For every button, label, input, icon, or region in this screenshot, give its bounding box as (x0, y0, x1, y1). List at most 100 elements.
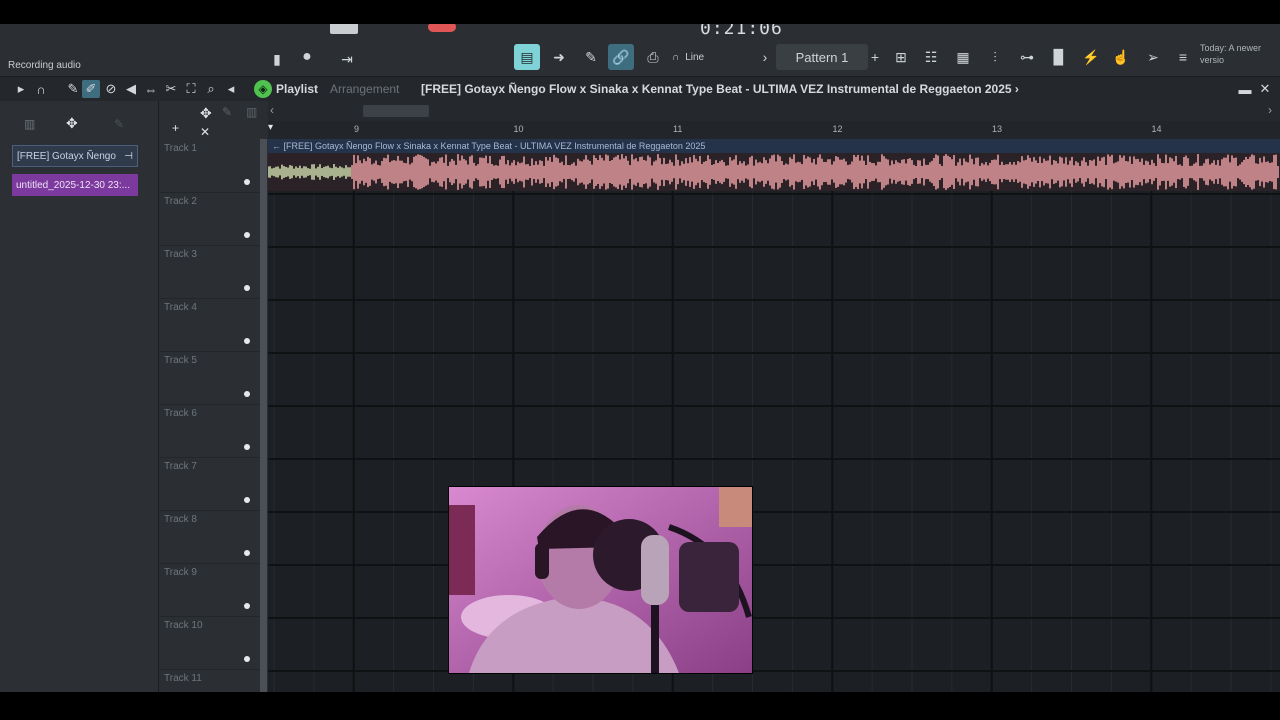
pencil-icon[interactable]: ✎ (64, 80, 82, 98)
menu-arrow-icon[interactable]: ▸ (12, 80, 30, 98)
news-panel[interactable]: Today: A newer versio (1200, 42, 1274, 70)
track-header[interactable]: Track 4 (160, 298, 260, 352)
mute-icon[interactable]: ◀ (122, 80, 140, 98)
pattern-select[interactable]: Pattern 1 (776, 44, 868, 70)
tempo-knob-icon[interactable]: ● (294, 44, 320, 70)
pencil-small-icon[interactable]: ✎ (222, 105, 232, 119)
track-header[interactable]: Track 2 (160, 192, 260, 246)
track-enable-dot[interactable] (244, 444, 250, 450)
slice-icon[interactable]: ✂ (162, 80, 180, 98)
track-enable-dot[interactable] (244, 656, 250, 662)
track-label: Track 7 (164, 461, 197, 472)
piano-roll-icon[interactable]: ▦ (950, 44, 976, 70)
scroll-thumb[interactable] (363, 105, 429, 117)
record-button[interactable] (428, 24, 456, 32)
track-label: Track 11 (164, 673, 202, 684)
paint-icon[interactable]: ✐ (82, 80, 100, 98)
list-icon[interactable]: ≡ (1170, 44, 1196, 70)
track-header[interactable]: Track 6 (160, 404, 260, 458)
track-header[interactable]: Track 10 (160, 616, 260, 670)
send-icon[interactable]: ➢ (1140, 44, 1166, 70)
move-icon[interactable]: ✥ (66, 115, 78, 132)
zoom-icon[interactable]: ⌕ (202, 80, 220, 98)
track-headers: + ✥ ✕ ✎ ▥ Track 1 Track 2 Track 3 Track 4 Tr… (160, 101, 260, 692)
track-header[interactable]: Track 8 (160, 510, 260, 564)
print-icon[interactable]: ⎙ (640, 44, 666, 70)
horizontal-scrollbar[interactable]: ‹ › (268, 101, 1280, 121)
magnet-snap-icon[interactable]: ∩ (32, 80, 50, 98)
scroll-right-icon[interactable]: › (1268, 103, 1272, 117)
file-icon[interactable]: ▉ (1046, 44, 1072, 70)
plugin-icon[interactable]: ⚡ (1078, 44, 1104, 70)
track-enable-dot[interactable] (244, 285, 250, 291)
panel-icon[interactable]: ▥ (24, 117, 35, 131)
touch-icon[interactable]: ☝ (1108, 44, 1134, 70)
clip-menu-icon[interactable]: ⊣ (124, 151, 137, 162)
track-enable-dot[interactable] (244, 603, 250, 609)
track-header[interactable]: Track 5 (160, 351, 260, 405)
track-label: Track 10 (164, 620, 203, 631)
track-header[interactable]: Track 7 (160, 457, 260, 511)
audio-clip-label: [FREE] Gotayx Ñengo (17, 150, 116, 162)
draw-tool-icon[interactable]: ✎ (578, 44, 604, 70)
ruler-bar-number: 14 (1151, 124, 1162, 134)
add-pattern-icon[interactable]: + (862, 44, 888, 70)
ruler-bar-number: 12 (832, 124, 843, 134)
webcam-overlay (448, 486, 753, 674)
metronome-icon[interactable]: ▮ (264, 46, 290, 72)
arrangement-label[interactable]: Arrangement (330, 82, 399, 96)
playlist-view-button[interactable]: ▤ (514, 44, 540, 70)
pattern-clip-item[interactable]: untitled_2025-12-30 23:... (12, 174, 138, 196)
picker-panel: ▥ ✥ ✎ [FREE] Gotayx Ñengo ⊣ untitled_202… (0, 101, 159, 692)
ruler-bar-number: 11 (673, 124, 683, 134)
delete-icon[interactable]: ⊘ (102, 80, 120, 98)
slip-icon[interactable]: ⇔ (142, 80, 160, 98)
minimize-icon[interactable]: ▬ (1236, 80, 1254, 98)
track-scrollbar[interactable] (260, 139, 267, 692)
select-icon[interactable]: ⛶ (182, 80, 200, 98)
track-label: Track 3 (164, 249, 197, 260)
picker-toolbar: ▥ ✥ ✎ (0, 115, 158, 135)
track-enable-dot[interactable] (244, 391, 250, 397)
arrangement-breadcrumb[interactable]: [FREE] Gotayx Ñengo Flow x Sinaka x Kenn… (421, 82, 1019, 96)
add-track-icon[interactable]: + (172, 121, 179, 135)
track-header[interactable]: Track 1 (160, 139, 260, 193)
link-icon[interactable]: 🔗 (608, 44, 634, 70)
track-header[interactable]: Track 11 (160, 669, 260, 692)
resize-icon[interactable]: ✥ (200, 105, 212, 122)
channel-rack-icon[interactable]: ☷ (918, 44, 944, 70)
hierarchy-icon[interactable]: ⊶ (1014, 44, 1040, 70)
playlist-grid[interactable]: ← [FREE] Gotayx Ñengo Flow x Sinaka x Ke… (268, 139, 1280, 692)
mixer-icon[interactable]: ⊞ (888, 44, 914, 70)
sliders-icon[interactable]: ⫶ (982, 44, 1008, 70)
arrow-right-icon[interactable]: ➜ (546, 44, 572, 70)
audio-clip-item[interactable]: [FREE] Gotayx Ñengo ⊣ (12, 145, 138, 167)
track-label: Track 5 (164, 355, 197, 366)
ruler-bar-number: 9 (354, 124, 360, 134)
track-enable-dot[interactable] (244, 179, 250, 185)
close-icon[interactable]: ✕ (1256, 80, 1274, 98)
pattern-clip-label: untitled_2025-12-30 23:... (16, 179, 130, 191)
waveform (268, 154, 1279, 190)
track-header[interactable]: Track 3 (160, 245, 260, 299)
main-toolbar: 0:21:06 Recording audio ▮ ● ⇥ ▤ ➜ ✎ 🔗 ⎙ … (0, 24, 1280, 77)
scroll-left-icon[interactable]: ‹ (270, 103, 274, 117)
track-header[interactable]: Track 9 (160, 563, 260, 617)
track-enable-dot[interactable] (244, 338, 250, 344)
webcam-image (449, 487, 752, 673)
speaker-icon[interactable]: ◂ (222, 80, 240, 98)
grid-icon[interactable]: ▥ (246, 105, 257, 119)
audio-clip-header[interactable]: ← [FREE] Gotayx Ñengo Flow x Sinaka x Ke… (268, 139, 1280, 153)
track-enable-dot[interactable] (244, 497, 250, 503)
track-enable-dot[interactable] (244, 232, 250, 238)
playhead-marker-icon[interactable]: ▾ (268, 122, 273, 133)
audio-clip-waveform[interactable] (268, 153, 1280, 191)
snap-select[interactable]: ∩ Line (672, 46, 752, 68)
x-icon[interactable]: ✕ (200, 125, 210, 139)
brush-icon[interactable]: ✎ (114, 117, 124, 131)
step-icon[interactable]: ⇥ (334, 46, 360, 72)
track-enable-dot[interactable] (244, 550, 250, 556)
hint-bar-text: Recording audio (8, 60, 81, 71)
timeline-ruler[interactable]: ▾ 9 10 11 12 13 14 (268, 121, 1280, 140)
chevron-right-icon[interactable]: › (752, 44, 778, 70)
